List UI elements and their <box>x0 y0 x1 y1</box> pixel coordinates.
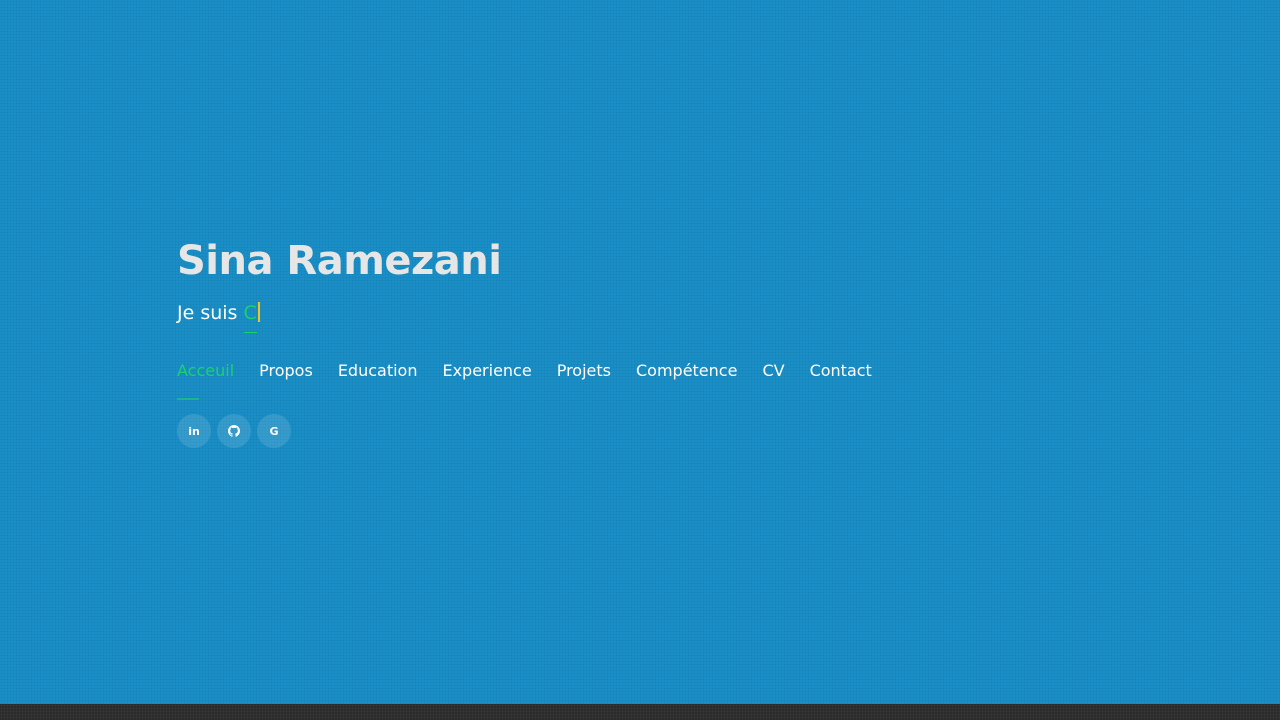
linkedin-icon: in <box>188 424 200 438</box>
bottom-strip <box>0 704 1280 720</box>
typed-text: C <box>243 302 258 333</box>
social-links: in G <box>177 414 1077 448</box>
nav-item-cv[interactable]: CV <box>762 361 784 391</box>
linkedin-link[interactable]: in <box>177 414 211 448</box>
page: Sina Ramezani Je suis C Acceuil Propos E… <box>0 0 1280 720</box>
nav-item-propos[interactable]: Propos <box>259 361 313 391</box>
nav-item-competence[interactable]: Compétence <box>636 361 737 391</box>
typing-cursor <box>257 302 260 322</box>
nav-item-experience[interactable]: Experience <box>442 361 531 391</box>
google-link[interactable]: G <box>257 414 291 448</box>
subtitle-prefix: Je suis <box>177 302 244 324</box>
main-nav: Acceuil Propos Education Experience Proj… <box>177 361 1077 400</box>
nav-item-acceuil[interactable]: Acceuil <box>177 361 234 400</box>
github-icon <box>228 425 240 437</box>
nav-item-projets[interactable]: Projets <box>557 361 611 391</box>
hero-name: Sina Ramezani <box>177 238 502 284</box>
nav-item-contact[interactable]: Contact <box>810 361 872 391</box>
hero-subtitle: Je suis C <box>177 300 1077 333</box>
google-icon: G <box>269 424 279 438</box>
hero-section: Sina Ramezani Je suis C Acceuil Propos E… <box>177 234 1077 448</box>
nav-item-education[interactable]: Education <box>338 361 418 391</box>
github-link[interactable] <box>217 414 251 448</box>
